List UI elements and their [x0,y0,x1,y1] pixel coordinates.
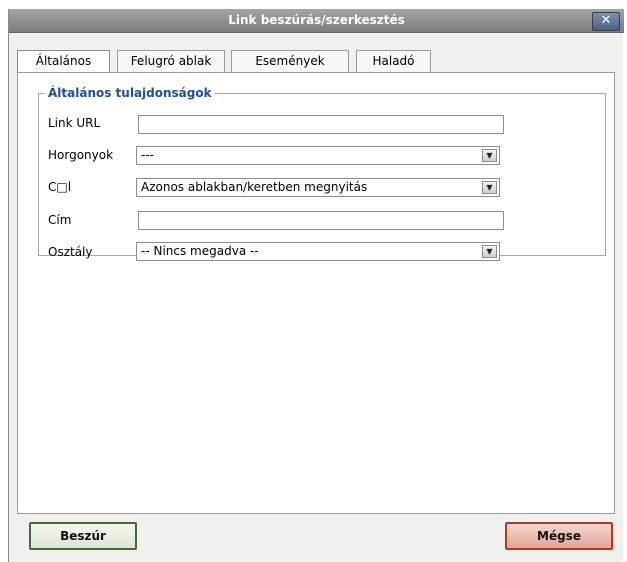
title-label: Cím [48,213,72,227]
insert-button[interactable]: Beszúr [29,522,137,550]
chevron-down-icon[interactable]: ▼ [482,245,497,258]
dialog-title: Link beszúrás/szerkesztés [228,13,405,27]
dialog-window: Link beszúrás/szerkesztés ✕ Általános Fe… [8,9,624,562]
class-label: Osztály [48,245,93,259]
tab-advanced[interactable]: Haladó [356,50,431,72]
tab-panel-general: Általános tulajdonságok Link URL Horgony… [17,72,615,514]
chevron-down-icon[interactable]: ▼ [482,149,497,162]
class-selected-value: -- Nincs megadva -- [141,244,259,258]
anchors-selected-value: --- [141,148,154,162]
general-properties-legend: Általános tulajdonságok [48,86,212,100]
general-properties-group: Általános tulajdonságok Link URL Horgony… [38,86,606,261]
dialog-titlebar[interactable]: Link beszúrás/szerkesztés ✕ [9,9,624,33]
link-url-label: Link URL [48,116,101,130]
cancel-button[interactable]: Mégse [505,522,613,550]
class-select[interactable]: -- Nincs megadva -- ▼ [136,242,500,261]
target-select[interactable]: Azonos ablakban/keretben megnyitás ▼ [136,178,500,197]
close-icon[interactable]: ✕ [592,12,620,31]
target-selected-value: Azonos ablakban/keretben megnyitás [141,180,368,194]
link-url-input[interactable] [138,115,504,134]
anchors-select[interactable]: --- ▼ [136,146,500,165]
tab-general[interactable]: Általános [17,50,110,73]
chevron-down-icon[interactable]: ▼ [482,181,497,194]
title-input[interactable] [138,211,504,230]
anchors-label: Horgonyok [48,148,114,162]
target-label: C□l [48,180,72,194]
tab-events[interactable]: Események [231,50,349,72]
tab-popup[interactable]: Felugró ablak [117,50,225,72]
